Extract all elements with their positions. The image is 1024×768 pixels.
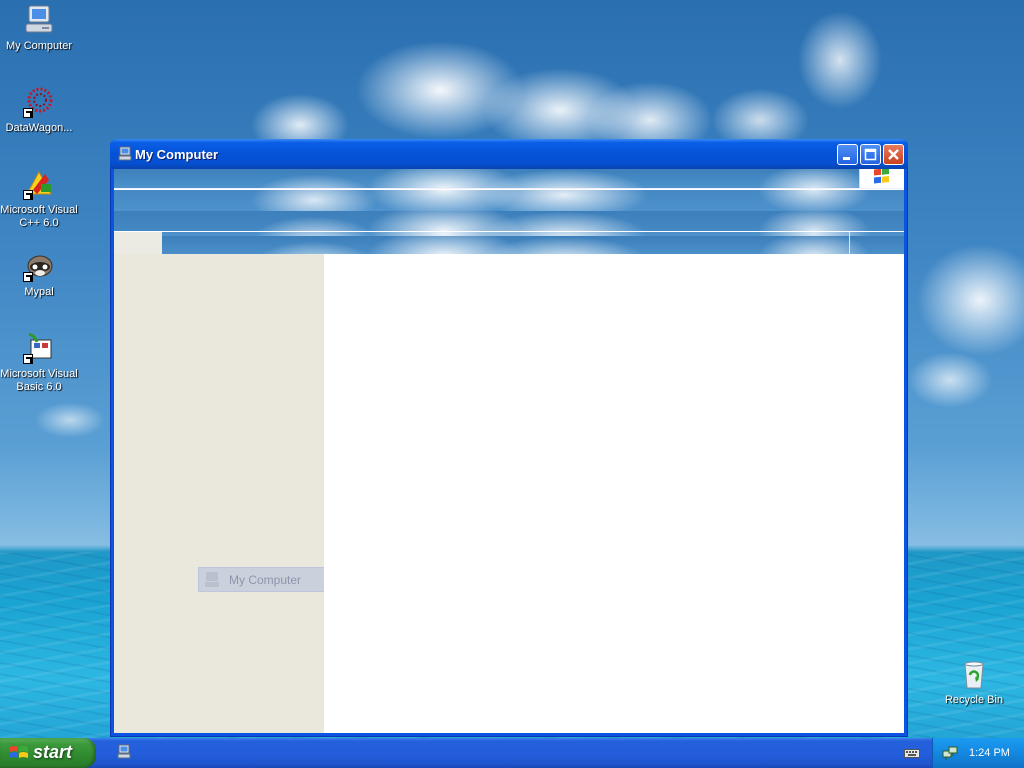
- computer-icon: [117, 146, 133, 162]
- network-icon[interactable]: [942, 745, 958, 761]
- address-go-separator: [849, 232, 850, 254]
- desktop-icon-my-computer[interactable]: My Computer: [0, 4, 78, 53]
- system-tray: 1:24 PM: [932, 738, 1024, 768]
- desktop-icon-label: Mypal: [24, 286, 54, 298]
- desktop-icon-label: Recycle Bin: [944, 694, 1004, 706]
- maximize-button[interactable]: [860, 144, 881, 165]
- minimize-icon: [843, 157, 850, 160]
- window-titlebar[interactable]: My Computer: [110, 139, 908, 169]
- address-label-area: [114, 232, 162, 254]
- recycle-bin-icon: [958, 658, 990, 690]
- keyboard-icon[interactable]: [904, 747, 920, 759]
- desktop-icon-visual-basic[interactable]: Microsoft Visual Basic 6.0: [0, 332, 78, 394]
- taskbar: start 1:24 PM: [0, 738, 1024, 768]
- desktop-icon-label: DataWagon...: [5, 122, 73, 134]
- computer-icon: [117, 744, 131, 759]
- computer-icon: [23, 4, 55, 36]
- visual-basic-icon: [23, 332, 55, 364]
- shortcut-arrow-icon: [23, 108, 33, 118]
- maximize-icon: [864, 148, 877, 161]
- file-list-pane[interactable]: [324, 254, 904, 733]
- desktop-icon-recycle-bin[interactable]: Recycle Bin: [935, 658, 1013, 707]
- close-icon: [888, 149, 899, 160]
- menu-bar[interactable]: [114, 169, 904, 189]
- shortcut-arrow-icon: [23, 190, 33, 200]
- desktop-icon-datawagon[interactable]: DataWagon...: [0, 86, 78, 135]
- address-bar[interactable]: [114, 232, 904, 254]
- taskbar-item-my-computer[interactable]: [114, 744, 134, 762]
- windows-flag-icon: [859, 169, 904, 188]
- clock[interactable]: 1:24 PM: [969, 747, 1010, 759]
- window-title: My Computer: [135, 147, 219, 162]
- desktop-icon-label: Microsoft Visual Basic 6.0: [0, 368, 78, 393]
- toolbar[interactable]: [114, 190, 904, 231]
- windows-flag-icon: [9, 744, 29, 762]
- computer-icon: [203, 571, 221, 589]
- shortcut-arrow-icon: [23, 272, 33, 282]
- drag-ghost-label: My Computer: [229, 573, 302, 587]
- desktop-icon-mypal[interactable]: Mypal: [0, 250, 78, 299]
- window-client-area: My Computer: [114, 169, 904, 733]
- desktop-icon-label: My Computer: [5, 40, 73, 52]
- raccoon-icon: [23, 250, 55, 282]
- desktop-icon-visual-cpp[interactable]: Microsoft Visual C++ 6.0: [0, 168, 78, 230]
- start-label: start: [33, 742, 73, 762]
- minimize-button[interactable]: [837, 144, 858, 165]
- my-computer-window[interactable]: My Computer My Computer: [110, 139, 908, 737]
- close-button[interactable]: [883, 144, 904, 165]
- start-button[interactable]: start: [0, 738, 96, 768]
- datawagon-icon: [23, 86, 55, 118]
- shortcut-arrow-icon: [23, 354, 33, 364]
- visual-cpp-icon: [23, 168, 55, 200]
- task-pane: My Computer: [114, 254, 376, 733]
- desktop-icon-label: Microsoft Visual C++ 6.0: [0, 204, 78, 229]
